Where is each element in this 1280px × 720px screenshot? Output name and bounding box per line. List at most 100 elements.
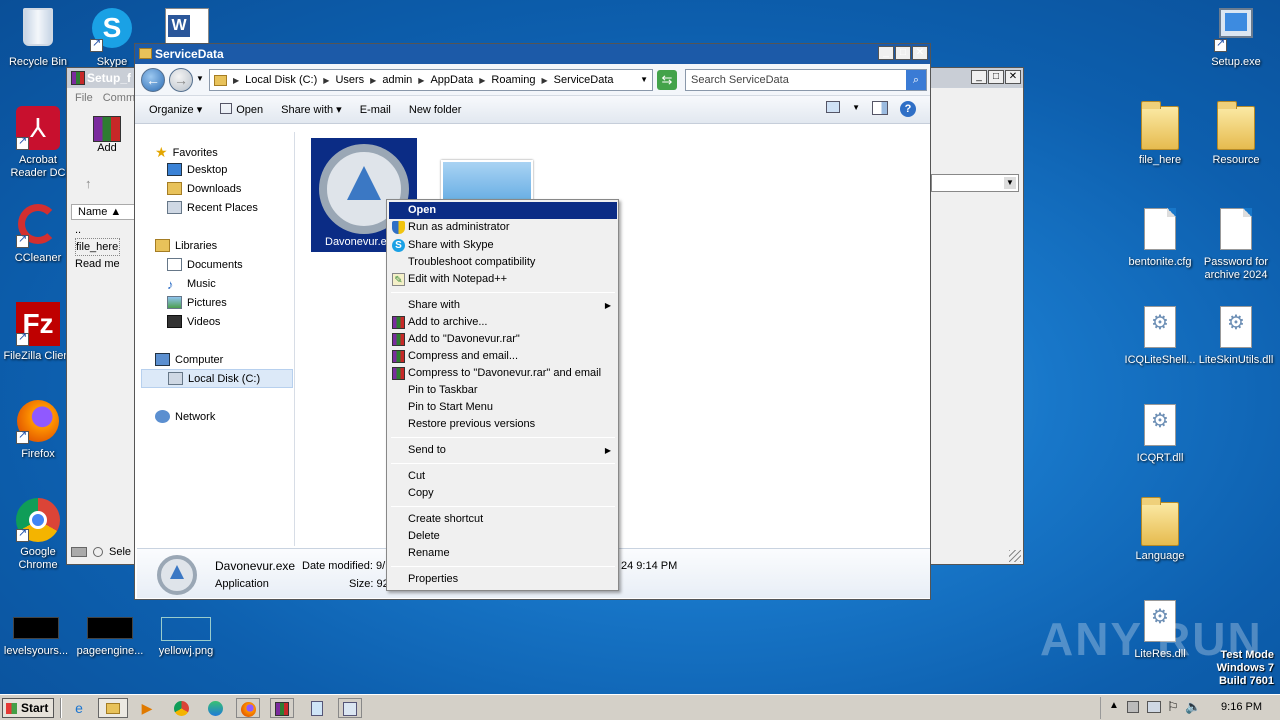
desktop-icon-filezilla[interactable]: Fz FileZilla Client bbox=[0, 302, 76, 363]
menu-item-add-to-rar[interactable]: Add to "Davonevur.rar" bbox=[389, 331, 617, 348]
media-player-icon[interactable]: ▶ bbox=[136, 698, 158, 718]
menu-item-add-to-archive[interactable]: Add to archive... bbox=[389, 314, 617, 331]
desktop-icon-firefox[interactable]: Firefox bbox=[0, 400, 76, 461]
chrome-icon[interactable] bbox=[170, 698, 192, 718]
start-button[interactable]: Start bbox=[2, 698, 54, 718]
desktop-icon-ccleaner[interactable]: CCleaner bbox=[0, 204, 76, 265]
preview-pane-icon[interactable] bbox=[872, 101, 888, 115]
menu-file[interactable]: File bbox=[75, 92, 93, 104]
share-with-button[interactable]: Share with ▾ bbox=[281, 103, 342, 116]
desktop-icon-levelsyours[interactable]: levelsyours... bbox=[0, 617, 74, 658]
clock[interactable]: 9:16 PM bbox=[1221, 701, 1262, 713]
nav-documents[interactable]: Documents bbox=[167, 258, 243, 271]
menu-item-compress-and-email[interactable]: Compress and email... bbox=[389, 348, 617, 365]
new-folder-button[interactable]: New folder bbox=[409, 104, 462, 116]
forward-button[interactable]: → bbox=[169, 68, 193, 92]
desktop-icon-yellowj[interactable]: yellowj.png bbox=[148, 617, 224, 658]
ie-icon[interactable]: e bbox=[68, 698, 90, 718]
desktop-icon-file-here[interactable]: file_here bbox=[1122, 101, 1198, 167]
breadcrumb-appdata[interactable]: AppData bbox=[430, 74, 473, 86]
desktop-icon-password[interactable]: Password for archive 2024 bbox=[1198, 208, 1274, 282]
address-bar[interactable]: ▶ Local Disk (C:) ▶ Users ▶ admin ▶ AppD… bbox=[209, 69, 653, 91]
email-button[interactable]: E-mail bbox=[360, 104, 391, 116]
menu-item-restore-previous-versions[interactable]: Restore previous versions bbox=[389, 416, 617, 433]
nav-network[interactable]: Network bbox=[155, 410, 215, 423]
list-item[interactable]: Read me bbox=[75, 256, 120, 272]
desktop-icon-language[interactable]: Language bbox=[1122, 497, 1198, 563]
security-icon[interactable] bbox=[1127, 701, 1139, 713]
menu-item-rename[interactable]: Rename bbox=[389, 545, 617, 562]
desktop-icon-icqliteshell[interactable]: ICQLiteShell... bbox=[1122, 306, 1198, 367]
maximize-button[interactable]: □ bbox=[988, 70, 1004, 84]
desktop-icon-setup[interactable]: Setup.exe bbox=[1198, 8, 1274, 69]
help-icon[interactable]: ? bbox=[900, 101, 916, 117]
close-button[interactable]: ✕ bbox=[1005, 70, 1021, 84]
menu-item-run-as-administrator[interactable]: Run as administrator bbox=[389, 219, 617, 236]
menu-item-pin-to-start-menu[interactable]: Pin to Start Menu bbox=[389, 399, 617, 416]
winrar-icon[interactable] bbox=[270, 698, 294, 718]
desktop-icon-icqrt[interactable]: ICQRT.dll bbox=[1122, 404, 1198, 465]
add-button[interactable]: Add bbox=[89, 116, 125, 154]
view-options-icon[interactable] bbox=[826, 101, 841, 113]
menu-item-share-with-skype[interactable]: S Share with Skype bbox=[389, 237, 617, 254]
refresh-button[interactable]: ⇆ bbox=[657, 70, 677, 90]
nav-computer[interactable]: Computer bbox=[155, 353, 223, 366]
nav-pictures[interactable]: Pictures bbox=[167, 296, 227, 309]
menu-item-send-to[interactable]: Send to ▶ bbox=[389, 442, 617, 459]
nav-music[interactable]: ♪ Music bbox=[167, 277, 216, 292]
menu-item-edit-with-notepadpp[interactable]: ✎ Edit with Notepad++ bbox=[389, 271, 617, 288]
nav-local-disk[interactable]: Local Disk (C:) bbox=[141, 369, 293, 388]
network-icon[interactable] bbox=[1147, 701, 1161, 713]
edge-icon[interactable] bbox=[204, 698, 226, 718]
maximize-button[interactable]: □ bbox=[895, 46, 911, 60]
search-icon[interactable]: ⌕ bbox=[906, 70, 926, 90]
resize-grip-icon[interactable] bbox=[1009, 550, 1021, 562]
menu-item-properties[interactable]: Properties bbox=[389, 571, 617, 588]
nav-favorites[interactable]: ★ Favorites bbox=[155, 144, 218, 161]
list-item[interactable]: .. bbox=[75, 222, 120, 238]
chevron-down-icon[interactable]: ▼ bbox=[640, 75, 648, 84]
breadcrumb-admin[interactable]: admin bbox=[382, 74, 412, 86]
menu-item-troubleshoot-compatibility[interactable]: Troubleshoot compatibility bbox=[389, 254, 617, 271]
menu-commands[interactable]: Comm bbox=[103, 92, 135, 104]
organize-button[interactable]: Organize ▾ bbox=[149, 103, 202, 116]
breadcrumb-users[interactable]: Users bbox=[335, 74, 364, 86]
nav-downloads[interactable]: Downloads bbox=[167, 182, 241, 195]
menu-item-open[interactable]: Open bbox=[389, 202, 617, 219]
desktop-icon-chrome[interactable]: Google Chrome bbox=[0, 498, 76, 572]
chevron-up-icon[interactable]: ▲ bbox=[1109, 700, 1119, 711]
nav-libraries[interactable]: Libraries bbox=[155, 239, 217, 252]
desktop-icon-bentonite[interactable]: bentonite.cfg bbox=[1122, 208, 1198, 269]
breadcrumb-servicedata[interactable]: ServiceData bbox=[554, 74, 614, 86]
menu-item-delete[interactable]: Delete bbox=[389, 528, 617, 545]
list-item[interactable]: file_here bbox=[75, 238, 120, 256]
back-button[interactable]: ← bbox=[141, 68, 165, 92]
desktop-icon-pageengine[interactable]: pageengine... bbox=[72, 617, 148, 658]
up-arrow-icon[interactable]: ↑ bbox=[85, 176, 92, 191]
search-input[interactable]: Search ServiceData ⌕ bbox=[685, 69, 927, 91]
breadcrumb-roaming[interactable]: Roaming bbox=[491, 74, 535, 86]
menu-item-copy[interactable]: Copy bbox=[389, 485, 617, 502]
desktop-icon-acrobat[interactable]: ⅄ Acrobat Reader DC bbox=[0, 106, 76, 180]
firefox-icon[interactable] bbox=[236, 698, 260, 718]
nav-desktop[interactable]: Desktop bbox=[167, 163, 227, 176]
desktop-icon-liteskinutils[interactable]: LiteSkinUtils.dll bbox=[1198, 306, 1274, 367]
word-doc-icon[interactable]: W bbox=[165, 8, 209, 48]
minimize-button[interactable]: _ bbox=[971, 70, 987, 84]
menu-item-share-with[interactable]: Share with ▶ bbox=[389, 297, 617, 314]
notepad-icon[interactable] bbox=[306, 698, 328, 718]
close-button[interactable]: ✕ bbox=[912, 46, 928, 60]
desktop-icon-recycle-bin[interactable]: Recycle Bin bbox=[0, 8, 76, 69]
desktop-icon-resource[interactable]: Resource bbox=[1198, 101, 1274, 167]
column-header-name[interactable]: Name ▲ bbox=[71, 204, 135, 220]
minimize-button[interactable]: _ bbox=[878, 46, 894, 60]
address-dropdown[interactable]: ▼ bbox=[931, 174, 1019, 192]
menu-item-create-shortcut[interactable]: Create shortcut bbox=[389, 511, 617, 528]
explorer-taskbar-icon[interactable] bbox=[98, 698, 128, 718]
chevron-down-icon[interactable]: ▼ bbox=[852, 101, 860, 117]
setup-taskbar-icon[interactable] bbox=[338, 698, 362, 718]
menu-item-pin-to-taskbar[interactable]: Pin to Taskbar bbox=[389, 382, 617, 399]
menu-item-compress-to-rar-and-email[interactable]: Compress to "Davonevur.rar" and email bbox=[389, 365, 617, 382]
menu-item-cut[interactable]: Cut bbox=[389, 468, 617, 485]
volume-icon[interactable]: 🔈 bbox=[1185, 699, 1201, 715]
